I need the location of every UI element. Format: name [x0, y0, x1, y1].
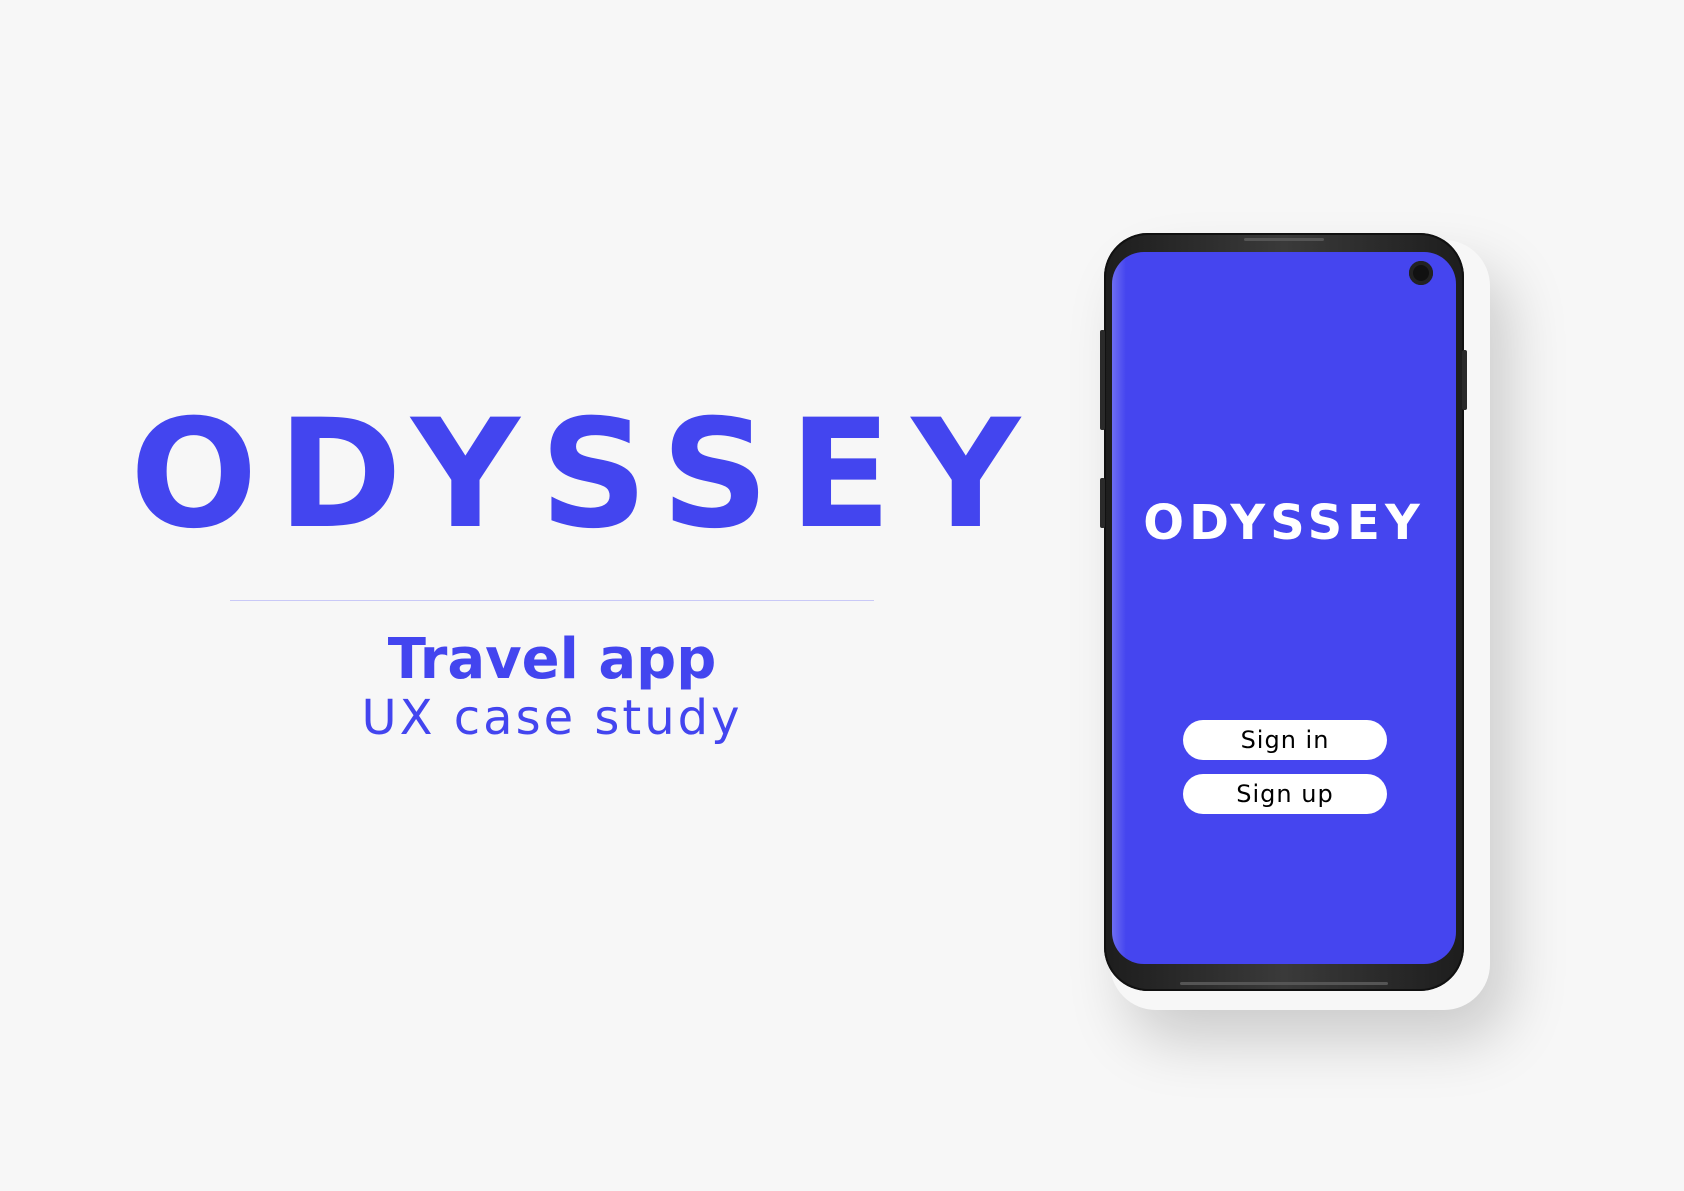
brand-divider — [230, 600, 874, 601]
phone-screen: ODYSSEY Sign in Sign up — [1112, 252, 1456, 964]
volume-button — [1100, 330, 1105, 430]
brand-caption: UX case study — [361, 690, 743, 746]
side-button — [1100, 478, 1105, 528]
earpiece — [1244, 238, 1324, 241]
sign-up-button[interactable]: Sign up — [1183, 774, 1387, 814]
app-title: ODYSSEY — [1143, 495, 1425, 551]
bottom-strip — [1180, 982, 1388, 985]
front-camera-icon — [1409, 261, 1433, 285]
sign-in-button[interactable]: Sign in — [1183, 720, 1387, 760]
brand-title: ODYSSEY — [130, 388, 1041, 562]
brand-subtitle: Travel app — [387, 627, 717, 692]
power-button — [1462, 350, 1467, 410]
